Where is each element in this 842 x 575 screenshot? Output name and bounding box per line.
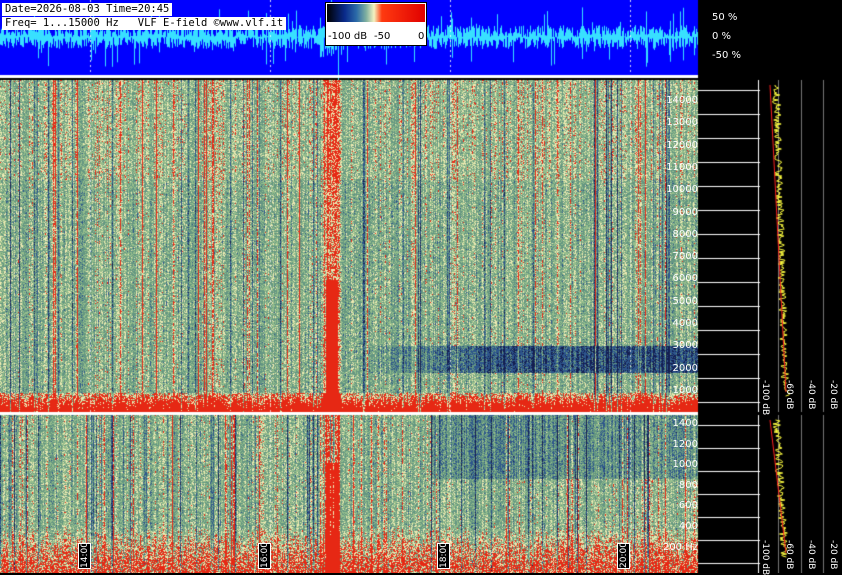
lower-freq-label: 400 — [678, 521, 698, 532]
upper-db-label-40: -40 dB — [806, 380, 816, 410]
lower-db-label-20: -20 dB — [828, 540, 838, 570]
lower-freq-label: 1400 — [672, 418, 698, 429]
lower-freq-label: 1200 — [672, 438, 698, 450]
upper-db-label-60: -60 dB — [784, 380, 794, 410]
lower-db-label-60: -60 dB — [784, 540, 794, 570]
time-label-1400: 14:00 — [78, 542, 91, 569]
upper-freq-label: 9000 — [672, 206, 698, 218]
color-scale-label-max: 0 — [418, 31, 425, 42]
upper-freq-label: 5000 — [672, 295, 698, 307]
upper-freq-label: 6000 — [672, 273, 698, 285]
upper-db-label-100: -100 dB — [760, 380, 770, 416]
waveform-label-zero: 0 % — [712, 31, 732, 42]
color-scale-legend: -100 dB -50 0 — [325, 2, 427, 46]
time-label-1800: 18:00 — [437, 542, 450, 569]
upper-freq-label: 8000 — [672, 228, 698, 240]
color-scale-label-mid: -50 — [374, 31, 391, 42]
lower-db-label-40: -40 dB — [806, 540, 816, 570]
upper-freq-label: 7000 — [672, 251, 698, 263]
upper-freq-label: 13000 — [666, 117, 698, 129]
upper-freq-label: 12000 — [666, 139, 698, 151]
upper-db-label-20: -20 dB — [828, 380, 838, 410]
upper-freq-label: 1000 — [672, 384, 698, 396]
waveform-label-plus50: 50 % — [712, 12, 738, 23]
upper-freq-label: 11000 — [666, 161, 698, 173]
lower-freq-label: 800 — [678, 479, 698, 491]
date-time-label: Date=2026-08-03 Time=20:45 — [2, 3, 173, 16]
lower-freq-label: 600 — [678, 500, 698, 512]
lower-freq-label: 200 Hz — [662, 541, 698, 553]
waveform-label-minus50: -50 % — [712, 50, 742, 61]
upper-freq-label: 14000 — [666, 95, 698, 106]
spectrogram-canvas — [0, 0, 842, 573]
upper-freq-label: 2000 — [672, 362, 698, 374]
lower-db-label-100: -100 dB — [760, 540, 770, 575]
color-scale-label-min: -100 dB — [328, 31, 368, 42]
lower-freq-label: 1000 — [672, 459, 698, 471]
time-label-1600: 16:00 — [258, 542, 271, 569]
time-label-2000: 20:00 — [617, 542, 630, 569]
color-scale-gradient — [327, 4, 425, 22]
upper-freq-label: 4000 — [672, 318, 698, 329]
upper-freq-label: 3000 — [672, 340, 698, 352]
frequency-range-label: Freq= 1...15000 Hz VLF E-field ©www.vlf.… — [2, 17, 287, 30]
upper-freq-label: 10000 — [666, 184, 698, 196]
